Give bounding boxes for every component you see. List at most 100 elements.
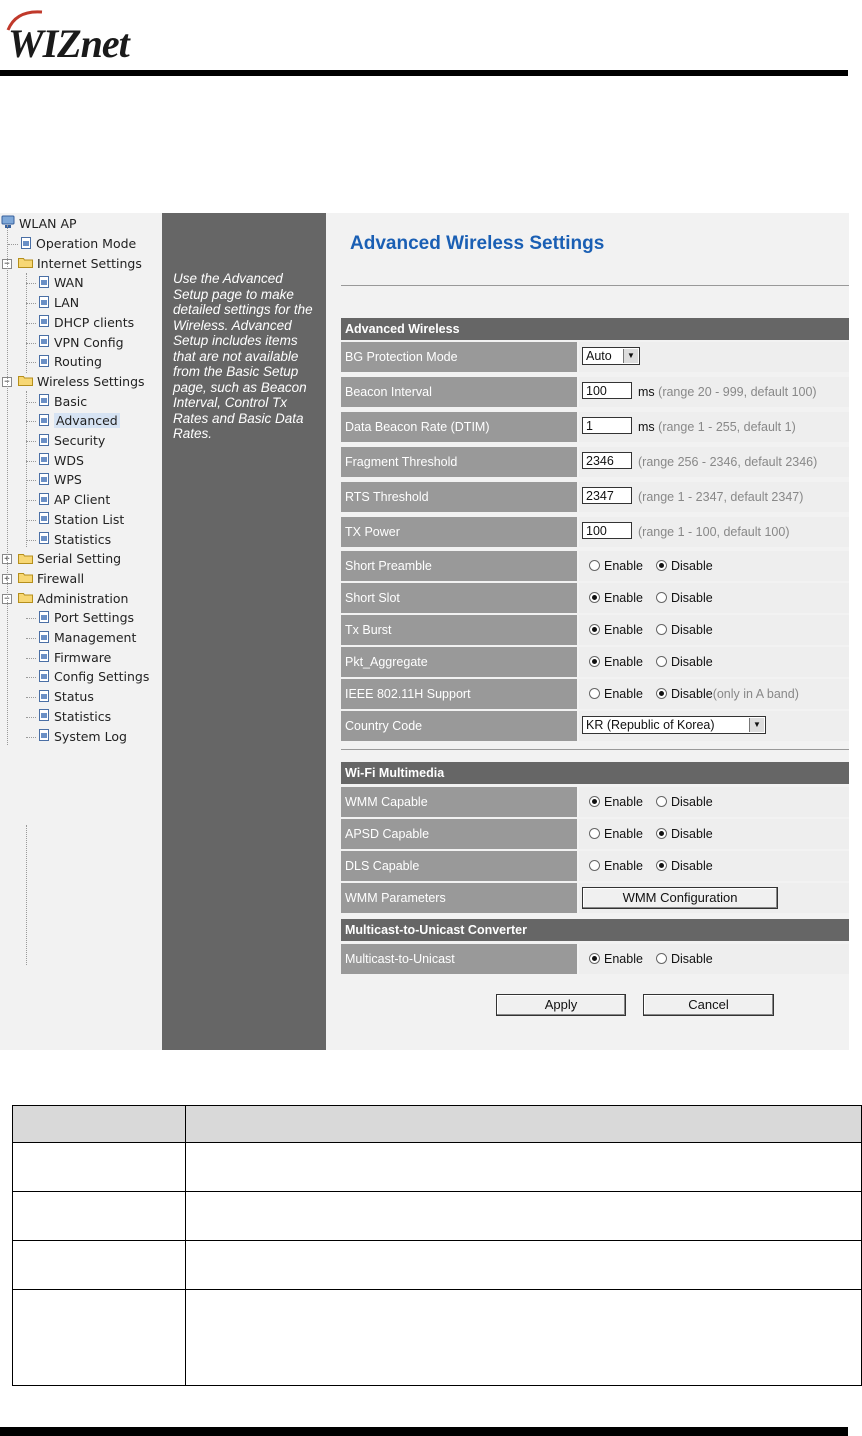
page-icon <box>38 649 50 667</box>
enable-radio[interactable]: Enable <box>589 859 643 873</box>
description-table <box>12 1105 862 1386</box>
disable-radio[interactable]: Disable(only in A band) <box>656 687 799 701</box>
radio-unchecked-icon <box>589 560 600 571</box>
enable-radio[interactable]: Enable <box>589 827 643 841</box>
apply-button[interactable]: Apply <box>496 994 626 1016</box>
cancel-button[interactable]: Cancel <box>643 994 774 1016</box>
tree-item-lan[interactable]: LAN <box>38 294 79 312</box>
radio-checked-icon <box>656 560 667 571</box>
disable-radio[interactable]: Disable <box>656 827 713 841</box>
tree-item-status[interactable]: Status <box>38 688 94 706</box>
tree-connector <box>26 736 36 738</box>
disable-radio[interactable]: Disable <box>656 623 713 637</box>
fragment-threshold-input[interactable]: 2346 <box>582 452 632 469</box>
table-row <box>12 1289 862 1386</box>
tree-item-management[interactable]: Management <box>38 629 136 647</box>
tree-item-operation-mode[interactable]: Operation Mode <box>20 235 136 253</box>
tree-connector <box>26 460 36 462</box>
tree-item-statistics[interactable]: Statistics <box>38 531 111 549</box>
page-icon <box>38 708 50 726</box>
label: Short Preamble <box>341 551 577 581</box>
enable-radio[interactable]: Enable <box>589 591 643 605</box>
tx-power-input[interactable]: 100 <box>582 522 632 539</box>
tree-item-vpn-config[interactable]: VPN Config <box>38 334 124 352</box>
tree-connector <box>26 500 36 502</box>
label: Tx Burst <box>341 615 577 645</box>
tree-item-ap-client[interactable]: AP Client <box>38 491 110 509</box>
label: WMM Parameters <box>341 883 577 913</box>
table-cell <box>185 1142 862 1192</box>
tree-connector <box>26 441 36 442</box>
label: WMM Capable <box>341 787 577 817</box>
radio-checked-icon <box>656 860 667 871</box>
page-icon <box>38 472 50 490</box>
disable-radio[interactable]: Disable <box>656 655 713 669</box>
label: Fragment Threshold <box>341 447 577 477</box>
enable-radio[interactable]: Enable <box>589 687 643 701</box>
row-tx-burst: Tx Burst Enable Disable <box>341 615 849 645</box>
tree-item-wan[interactable]: WAN <box>38 274 84 292</box>
table-row <box>12 1142 862 1192</box>
page-icon <box>20 236 32 254</box>
nav-tree: WLAN AP Operation Mode Internet Settings − W… <box>0 213 162 1050</box>
wmm-configuration-button[interactable]: WMM Configuration <box>582 887 778 909</box>
tree-item-config-settings[interactable]: Config Settings <box>38 668 149 686</box>
tree-item-dhcp-clients[interactable]: DHCP clients <box>38 314 134 332</box>
radio-checked-icon <box>656 828 667 839</box>
tree-guide <box>7 225 8 745</box>
computer-icon <box>1 215 15 234</box>
tree-item-firewall[interactable]: Firewall <box>18 570 84 588</box>
enable-radio[interactable]: Enable <box>589 559 643 573</box>
tree-item-statistics[interactable]: Statistics <box>38 708 111 726</box>
disable-radio[interactable]: Disable <box>656 795 713 809</box>
tree-item-security[interactable]: Security <box>38 432 105 450</box>
folder-icon <box>18 570 33 588</box>
tree-root[interactable]: WLAN AP <box>1 215 77 233</box>
tree-item-station-list[interactable]: Station List <box>38 511 124 529</box>
tree-connector <box>26 401 36 403</box>
country-code-select[interactable]: KR (Republic of Korea) ▼ <box>582 716 766 734</box>
enable-radio[interactable]: Enable <box>589 952 643 966</box>
tree-item-wds[interactable]: WDS <box>38 452 84 470</box>
tree-item-wps[interactable]: WPS <box>38 471 82 489</box>
label: Pkt_Aggregate <box>341 647 577 677</box>
tree-item-serial-setting[interactable]: Serial Setting <box>18 550 121 568</box>
row-pkt-aggregate: Pkt_Aggregate Enable Disable <box>341 647 849 677</box>
dtim-input[interactable]: 1 <box>582 417 632 434</box>
label: TX Power <box>341 517 577 547</box>
label: DLS Capable <box>341 851 577 881</box>
row-wmm-capable: WMM Capable Enable Disable <box>341 787 849 817</box>
disable-radio[interactable]: Disable <box>656 859 713 873</box>
row-tx-power: TX Power 100 (range 1 - 100, default 100… <box>341 517 849 547</box>
disable-radio[interactable]: Disable <box>656 952 713 966</box>
tree-connector <box>26 716 36 718</box>
tree-guide <box>26 391 27 547</box>
tree-item-internet-settings[interactable]: Internet Settings <box>18 255 142 273</box>
rts-threshold-input[interactable]: 2347 <box>582 487 632 504</box>
tree-item-wireless-settings[interactable]: Wireless Settings <box>18 373 145 391</box>
tree-item-firmware[interactable]: Firmware <box>38 649 111 667</box>
tree-item-routing[interactable]: Routing <box>38 353 102 371</box>
page-icon <box>38 669 50 687</box>
table-header-cell <box>185 1105 862 1143</box>
enable-radio[interactable]: Enable <box>589 655 643 669</box>
enable-radio[interactable]: Enable <box>589 623 643 637</box>
disable-radio[interactable]: Disable <box>656 559 713 573</box>
tree-item-basic[interactable]: Basic <box>38 393 87 411</box>
row-short-preamble: Short Preamble Enable Disable <box>341 551 849 581</box>
row-beacon-interval: Beacon Interval 100 ms (range 20 - 999, … <box>341 377 849 407</box>
folder-icon <box>18 590 33 608</box>
beacon-interval-input[interactable]: 100 <box>582 382 632 399</box>
tree-item-advanced[interactable]: Advanced <box>38 412 120 430</box>
tree-connector <box>26 618 36 620</box>
row-dtim: Data Beacon Rate (DTIM) 1 ms (range 1 - … <box>341 412 849 442</box>
tree-item-port-settings[interactable]: Port Settings <box>38 609 134 627</box>
settings-form: Advanced Wireless Settings Advanced Wire… <box>326 213 849 1050</box>
tree-item-system-log[interactable]: System Log <box>38 728 127 746</box>
disable-radio[interactable]: Disable <box>656 591 713 605</box>
enable-radio[interactable]: Enable <box>589 795 643 809</box>
bg-protection-select[interactable]: Auto ▼ <box>582 347 640 365</box>
label: BG Protection Mode <box>341 342 577 372</box>
chevron-down-icon: ▼ <box>623 349 638 363</box>
tree-item-administration[interactable]: Administration <box>18 590 128 608</box>
